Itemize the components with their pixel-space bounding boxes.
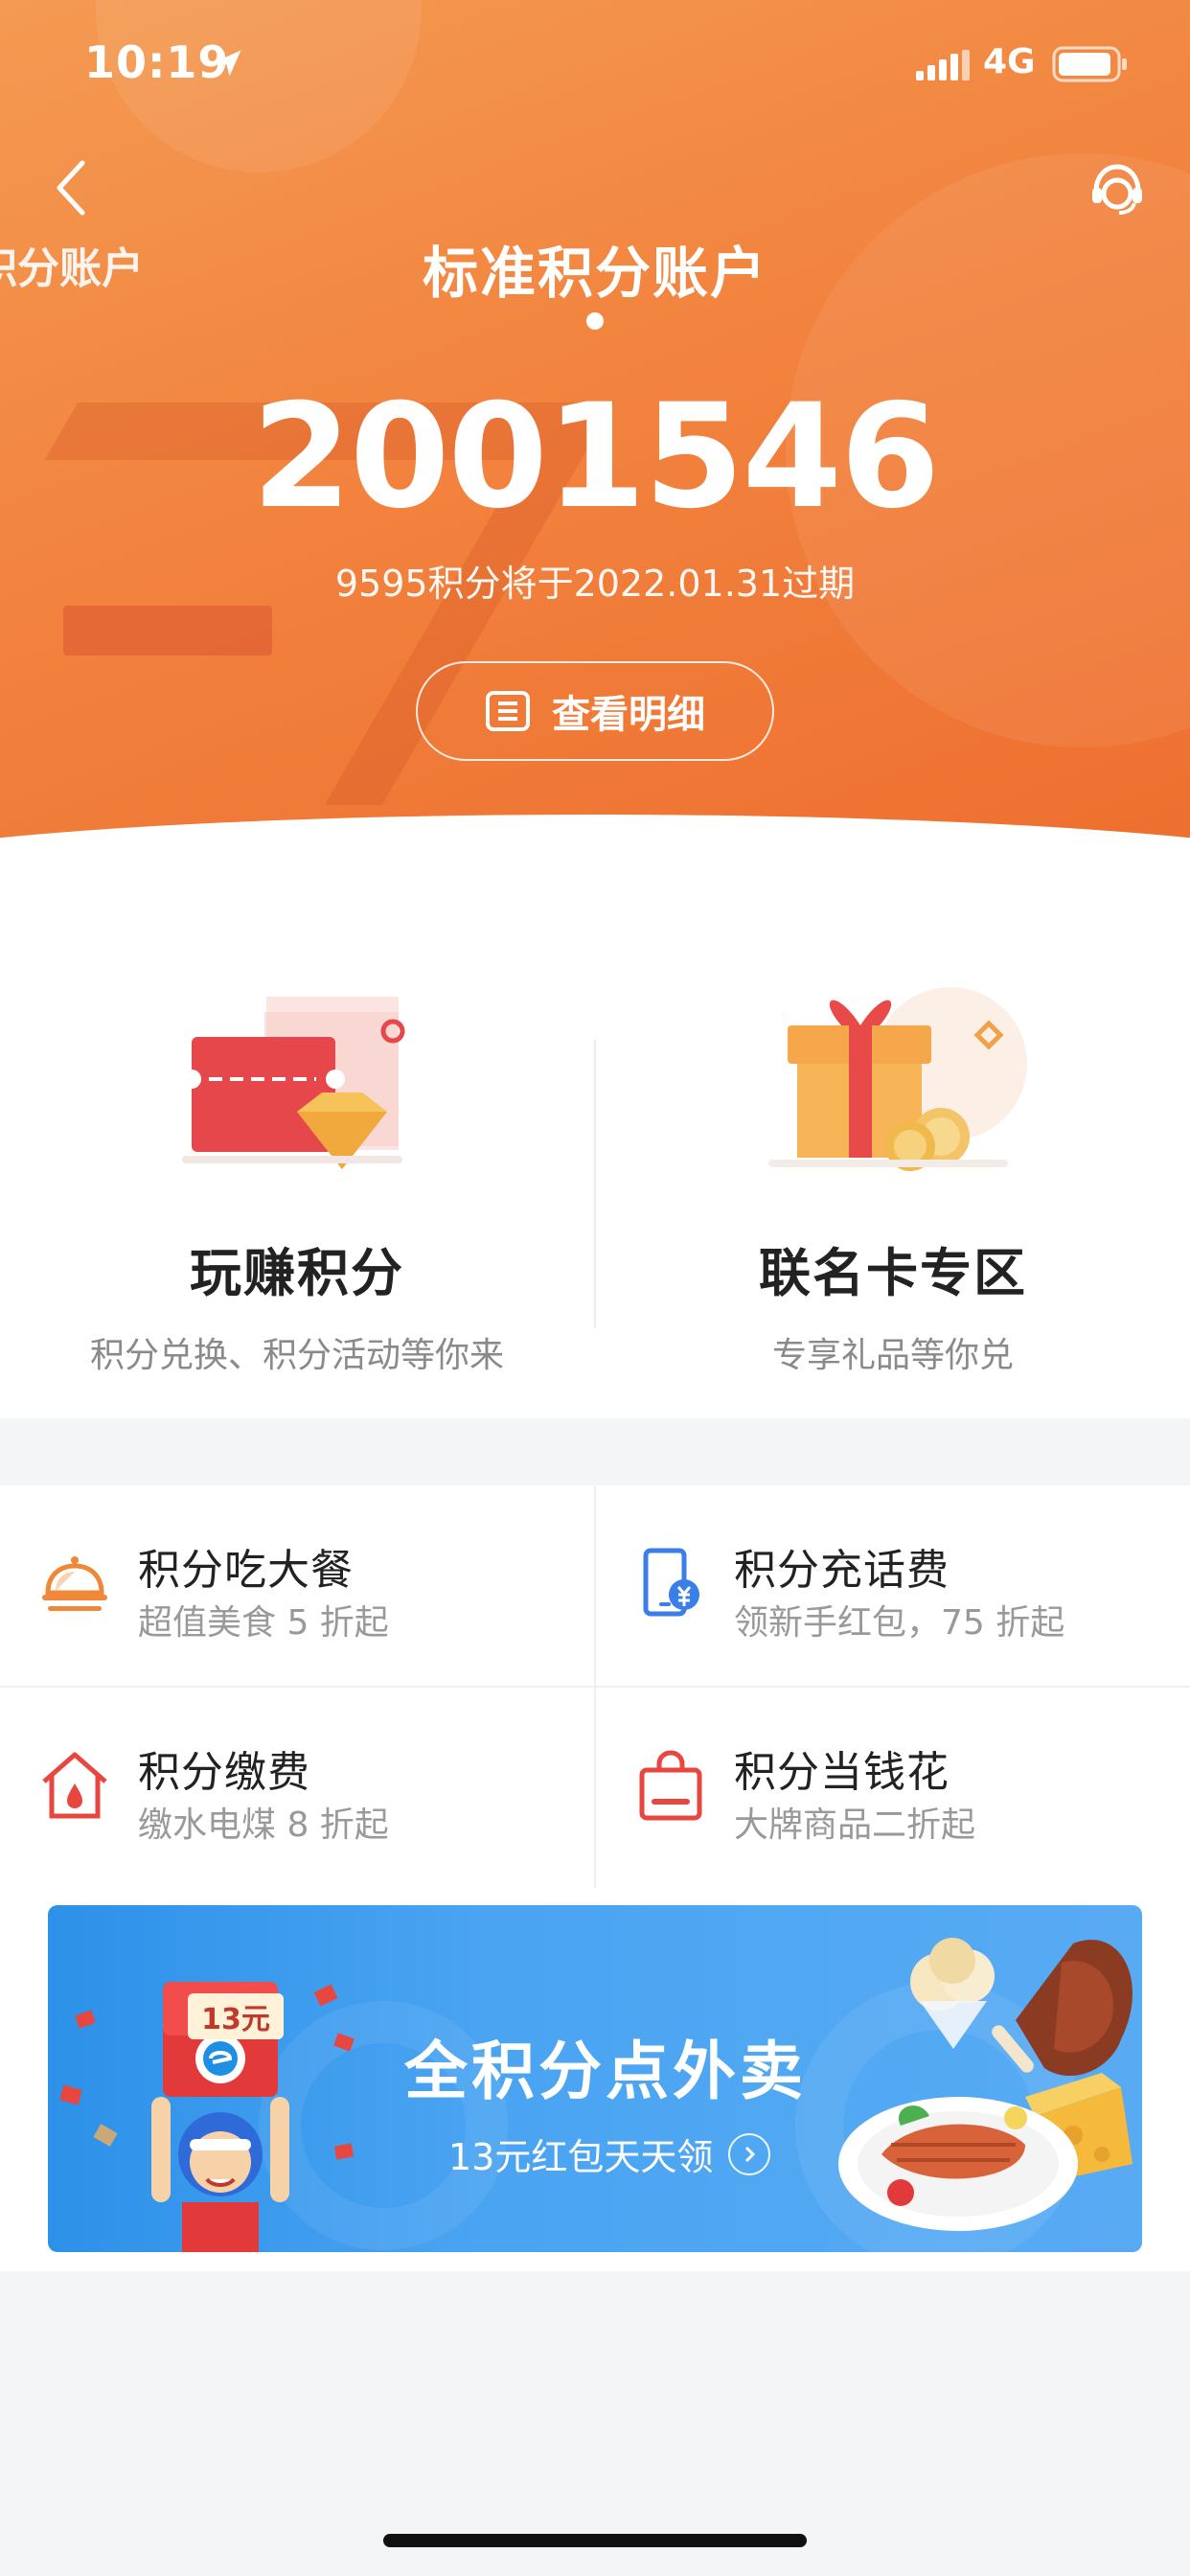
promo-section: 13元 全积分点外卖 13元红包天天领 — [0, 1888, 1190, 2271]
food-platter-illustration — [838, 1938, 1133, 2231]
page-title: 标准积分账户 — [422, 241, 767, 306]
list-document-icon — [486, 691, 530, 731]
grid-item-subtitle: 缴水电煤 8 折起 — [138, 1806, 389, 1845]
ticket-diamond-illustration — [182, 997, 405, 1169]
banner-title: 全积分点外卖 — [404, 2035, 807, 2108]
feature-title: 联名卡专区 — [759, 1243, 1027, 1303]
banner-subtitle: 13元红包天天领 — [448, 2136, 714, 2178]
points-balance: 2001546 — [251, 374, 941, 540]
phone-recharge-icon — [643, 1548, 699, 1617]
back-icon[interactable] — [54, 159, 88, 217]
earn-points-card[interactable]: 玩赚积分 积分兑换、积分活动等你来 — [0, 968, 594, 1377]
status-bar: 10:19 4G — [0, 0, 1190, 125]
customer-service-icon[interactable] — [1087, 159, 1148, 220]
grid-item-phone-recharge[interactable]: 积分充话费 领新手红包，75 折起 — [596, 1485, 1190, 1686]
feature-title: 玩赚积分 — [190, 1243, 404, 1303]
banner-subtitle-link[interactable]: 13元红包天天领 — [448, 2128, 771, 2180]
points-expire-notice: 9595积分将于2022.01.31过期 — [334, 563, 856, 605]
home-utility-icon — [42, 1752, 107, 1819]
signal-strength-icon — [916, 50, 970, 80]
dining-cloche-icon — [42, 1556, 107, 1611]
grid-item-dining[interactable]: 积分吃大餐 超值美食 5 折起 — [0, 1485, 594, 1686]
battery-icon — [1052, 46, 1127, 82]
shopping-bag-icon — [639, 1750, 702, 1821]
grid-item-title: 积分缴费 — [138, 1748, 310, 1797]
red-packet-badge: 13元 — [188, 1993, 284, 2039]
gift-box-coins-illustration — [768, 987, 1027, 1171]
delivery-courier-illustration — [59, 1982, 355, 2252]
view-details-button[interactable]: 查看明细 — [416, 661, 774, 761]
feature-section: 玩赚积分 积分兑换、积分活动等你来 联名卡专区 专享礼品等你兑 — [0, 853, 1190, 1418]
home-indicator[interactable] — [383, 2534, 807, 2547]
food-delivery-banner[interactable]: 13元 全积分点外卖 13元红包天天领 — [48, 1905, 1142, 2252]
points-header: 10:19 4G 积分账户 标准积分账户 2001546 9595积分将于202… — [0, 0, 1190, 853]
grid-item-title: 积分当钱花 — [734, 1748, 950, 1797]
grid-item-utility-payment[interactable]: 积分缴费 缴水电煤 8 折起 — [0, 1688, 594, 1888]
grid-item-spend-points[interactable]: 积分当钱花 大牌商品二折起 — [596, 1688, 1190, 1888]
co-brand-card-zone[interactable]: 联名卡专区 专享礼品等你兑 — [596, 968, 1190, 1377]
grid-item-subtitle: 超值美食 5 折起 — [138, 1603, 389, 1643]
grid-item-title: 积分吃大餐 — [138, 1546, 354, 1595]
header-curve — [0, 815, 1190, 853]
grid-item-title: 积分充话费 — [734, 1546, 950, 1595]
feature-subtitle: 积分兑换、积分活动等你来 — [89, 1336, 504, 1375]
status-time: 10:19 — [84, 36, 230, 88]
header-decoration — [63, 606, 272, 656]
grid-item-subtitle: 领新手红包，75 折起 — [734, 1603, 1065, 1643]
grid-item-subtitle: 大牌商品二折起 — [734, 1806, 976, 1845]
view-details-label: 查看明细 — [552, 693, 705, 737]
page-indicator-dot — [586, 312, 604, 330]
network-type: 4G — [983, 42, 1036, 81]
chevron-right-icon — [728, 2132, 771, 2175]
feature-subtitle: 专享礼品等你兑 — [771, 1336, 1014, 1375]
service-grid: 积分吃大餐 超值美食 5 折起 积分充话费 领新手红包，75 折起 积分缴费 缴… — [0, 1485, 1190, 1888]
location-arrow-icon — [215, 50, 241, 77]
